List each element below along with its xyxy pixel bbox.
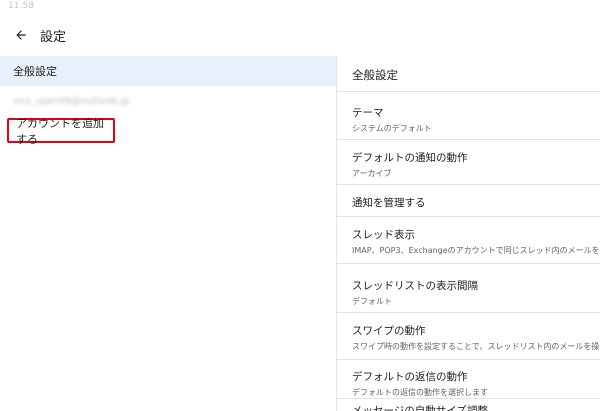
setting-auto-fit-messages[interactable]: メッセージの自動サイズ調整 — [337, 398, 600, 411]
setting-list-density[interactable]: スレッドリストの表示間隔 デフォルト — [337, 263, 600, 312]
setting-title: スレッドリストの表示間隔 — [352, 280, 478, 292]
setting-subtitle: アーカイブ — [352, 169, 392, 178]
setting-title: デフォルトの通知の動作 — [352, 152, 468, 164]
status-bar: 11:58 — [0, 0, 600, 14]
status-time: 11:58 — [8, 1, 34, 11]
setting-title: スワイプの動作 — [352, 325, 426, 337]
arrow-left-icon — [16, 30, 26, 40]
account-email: xxx_user09@outlook.jp — [13, 95, 130, 107]
sidebar-item-general-settings[interactable]: 全般設定 — [0, 56, 336, 86]
top-app-bar: 設定 — [0, 14, 600, 56]
setting-subtitle: システムのデフォルト — [352, 124, 432, 133]
setting-title: テーマ — [352, 107, 384, 119]
setting-swipe-actions[interactable]: スワイプの動作 スワイプ時の動作を設定することで、スレッドリスト内のメールを操作 — [337, 312, 600, 359]
add-account-label: アカウントを追加する — [16, 116, 104, 146]
setting-title: メッセージの自動サイズ調整 — [352, 405, 488, 411]
setting-default-notification-action[interactable]: デフォルトの通知の動作 アーカイブ — [337, 139, 600, 184]
add-account-button[interactable]: アカウントを追加する — [7, 117, 115, 146]
setting-subtitle: デフォルト — [352, 297, 392, 306]
setting-thread-view[interactable]: スレッド表示 IMAP、POP3、Exchangeのアカウントで同じスレッド内の… — [337, 216, 600, 263]
accounts-pane: 全般設定 xxx_user09@outlook.jp アカウントを追加する — [0, 56, 336, 411]
setting-theme[interactable]: テーマ システムのデフォルト — [337, 91, 600, 139]
sidebar-item-account[interactable]: xxx_user09@outlook.jp — [0, 86, 336, 116]
settings-pane: 全般設定 テーマ システムのデフォルト デフォルトの通知の動作 アーカイブ 通知… — [337, 56, 600, 411]
setting-title: デフォルトの返信の動作 — [352, 371, 468, 383]
settings-section-title: 全般設定 — [352, 68, 398, 82]
page-title: 設定 — [40, 30, 67, 45]
setting-subtitle: デフォルトの返信の動作を選択します — [352, 388, 488, 397]
setting-manage-notifications[interactable]: 通知を管理する — [337, 184, 600, 216]
sidebar-item-label: 全般設定 — [13, 65, 57, 78]
setting-title: スレッド表示 — [352, 229, 415, 241]
setting-subtitle: IMAP、POP3、Exchangeのアカウントで同じスレッド内のメールをまとめ… — [352, 246, 600, 255]
setting-title: 通知を管理する — [352, 197, 426, 209]
setting-subtitle: スワイプ時の動作を設定することで、スレッドリスト内のメールを操作 — [352, 342, 600, 351]
back-button[interactable] — [10, 24, 32, 46]
